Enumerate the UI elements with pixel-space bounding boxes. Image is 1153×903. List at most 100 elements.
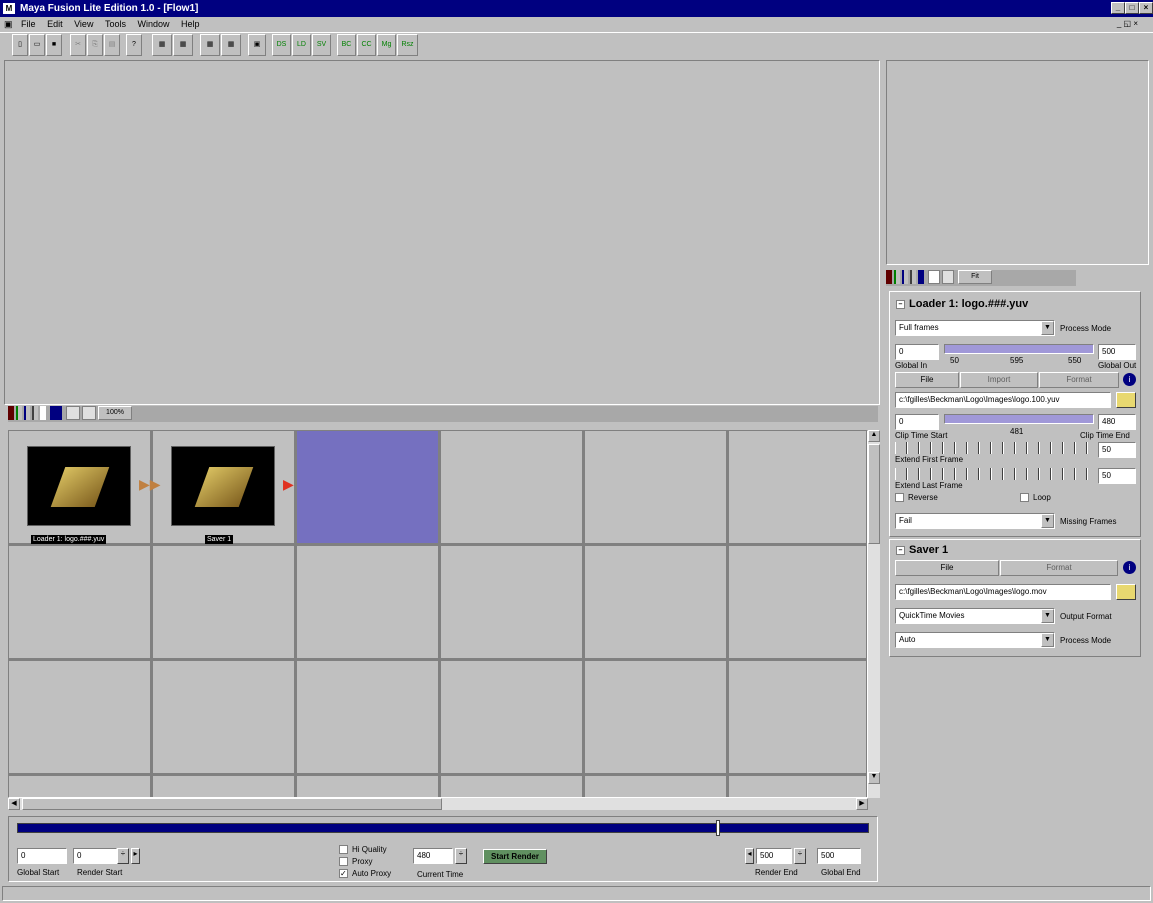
grid-cell[interactable] xyxy=(297,776,441,797)
color-swatch-green[interactable] xyxy=(16,406,22,420)
grid-cell[interactable] xyxy=(729,431,867,546)
color-swatch-red[interactable] xyxy=(8,406,14,420)
grid-cell[interactable] xyxy=(585,546,729,661)
grid-cell[interactable] xyxy=(441,661,585,776)
checkbox-icon[interactable] xyxy=(895,493,904,503)
render-icon[interactable]: ▣ xyxy=(248,34,266,56)
clip-end-field[interactable]: 480 xyxy=(1098,414,1136,430)
grid-cell[interactable] xyxy=(729,776,867,797)
viewer-left[interactable] xyxy=(4,60,880,405)
browse-folder-icon[interactable] xyxy=(1116,584,1136,600)
grid-cell[interactable] xyxy=(729,546,867,661)
zoom-level[interactable]: 100% xyxy=(98,406,132,420)
save-icon[interactable]: ■ xyxy=(46,34,62,56)
chevron-down-icon[interactable]: ▼ xyxy=(1041,514,1054,528)
menu-tools[interactable]: Tools xyxy=(105,17,126,31)
global-end-field[interactable]: 500 xyxy=(817,848,861,864)
collapse-icon[interactable]: – xyxy=(896,545,905,555)
saver-file-path[interactable]: c:\fgilles\Beckman\Logo\Images\logo.mov xyxy=(895,584,1111,600)
menu-help[interactable]: Help xyxy=(181,17,200,31)
menu-window[interactable]: Window xyxy=(138,17,170,31)
info-icon[interactable]: i xyxy=(1123,561,1136,574)
render-end-spinner-icon[interactable]: ÷ xyxy=(794,848,806,864)
grid-cell[interactable] xyxy=(153,776,297,797)
loader-node-label[interactable]: Loader 1: logo.###.yuv xyxy=(31,535,107,544)
tool-button-cc[interactable]: CC xyxy=(357,34,376,56)
grid-cell[interactable] xyxy=(585,431,729,546)
info-icon[interactable]: i xyxy=(1123,373,1136,386)
view3-icon[interactable]: ▦ xyxy=(200,34,220,56)
maximize-icon[interactable]: □ xyxy=(1125,2,1139,14)
tool-button-sv[interactable]: SV xyxy=(312,34,331,56)
auto-proxy-checkbox[interactable]: ✓ Auto Proxy xyxy=(339,869,391,879)
scroll-down-icon[interactable]: ▼ xyxy=(868,772,880,784)
tab-format[interactable]: Format xyxy=(1039,372,1119,388)
grid-cell[interactable] xyxy=(297,546,441,661)
horizontal-scrollbar[interactable]: ◀ ▶ xyxy=(8,798,868,810)
saver-process-mode-select[interactable]: Auto ▼ xyxy=(895,632,1055,648)
color-swatch-blue[interactable] xyxy=(902,270,908,284)
chevron-down-icon[interactable]: ▼ xyxy=(1041,321,1054,335)
view-mode-icon[interactable] xyxy=(50,406,62,420)
tool-button-ld[interactable]: LD xyxy=(292,34,311,56)
menu-file[interactable]: File xyxy=(21,17,36,31)
grid-cell[interactable] xyxy=(729,661,867,776)
copy-icon[interactable]: ⎘ xyxy=(87,34,103,56)
app-icon[interactable]: M xyxy=(3,3,15,14)
horizontal-scroll-thumb[interactable] xyxy=(22,798,442,810)
checkbox-icon[interactable] xyxy=(1020,493,1029,503)
color-swatch-alpha[interactable] xyxy=(910,270,916,284)
grid-cell[interactable] xyxy=(9,776,153,797)
grid-cell-selected[interactable] xyxy=(297,431,441,546)
color-swatch-alpha[interactable] xyxy=(32,406,38,420)
grid-cell[interactable] xyxy=(441,546,585,661)
current-time-spinner-icon[interactable]: ÷ xyxy=(455,848,467,864)
extend-first-slider[interactable] xyxy=(895,442,1093,454)
color-swatch-red[interactable] xyxy=(886,270,892,284)
clip-range-slider[interactable] xyxy=(944,414,1094,424)
loader-node-thumbnail[interactable] xyxy=(27,446,131,526)
tool-button-rsz[interactable]: Rsz xyxy=(397,34,418,56)
loader-file-path[interactable]: c:\fgilles\Beckman\Logo\Images\logo.100.… xyxy=(895,392,1111,408)
scroll-right-icon[interactable]: ▶ xyxy=(856,798,868,810)
scroll-up-icon[interactable]: ▲ xyxy=(868,430,880,442)
loop-checkbox[interactable]: Loop xyxy=(1020,493,1051,503)
menu-edit[interactable]: Edit xyxy=(47,17,63,31)
color-swatch-blue[interactable] xyxy=(24,406,30,420)
view2-icon[interactable]: ▦ xyxy=(173,34,193,56)
vertical-scrollbar[interactable]: ▲ ▼ xyxy=(868,430,880,798)
paste-icon[interactable]: ▤ xyxy=(104,34,120,56)
view1-icon[interactable]: ▦ xyxy=(152,34,172,56)
checkbox-icon[interactable] xyxy=(339,845,348,855)
new-file-icon[interactable]: ▯ xyxy=(12,34,28,56)
tab-format[interactable]: Format xyxy=(1000,560,1118,576)
cut-icon[interactable]: ✂ xyxy=(70,34,86,56)
extend-last-field[interactable]: 50 xyxy=(1098,468,1136,484)
render-end-field[interactable]: 500 xyxy=(756,848,792,864)
view4-icon[interactable]: ▦ xyxy=(221,34,241,56)
close-icon[interactable]: × xyxy=(1139,2,1153,14)
grid-cell[interactable] xyxy=(9,546,153,661)
grid-cell[interactable] xyxy=(585,776,729,797)
grid-cell[interactable] xyxy=(441,431,585,546)
grid-cell[interactable] xyxy=(585,661,729,776)
tab-file[interactable]: File xyxy=(895,372,959,388)
settings-gear-icon[interactable] xyxy=(942,270,954,284)
tab-file[interactable]: File xyxy=(895,560,999,576)
menu-view[interactable]: View xyxy=(74,17,93,31)
hi-quality-checkbox[interactable]: Hi Quality xyxy=(339,845,387,855)
global-range-slider[interactable] xyxy=(944,344,1094,354)
scroll-left-icon[interactable]: ◀ xyxy=(8,798,20,810)
open-folder-icon[interactable]: ▭ xyxy=(29,34,45,56)
collapse-icon[interactable]: – xyxy=(896,299,905,309)
help-icon[interactable]: ? xyxy=(126,34,142,56)
view-mode-icon[interactable] xyxy=(918,270,924,284)
start-render-button[interactable]: Start Render xyxy=(483,849,547,864)
missing-frames-select[interactable]: Fail ▼ xyxy=(895,513,1055,529)
grid-toggle-icon[interactable] xyxy=(928,270,940,284)
tool-button-mg[interactable]: Mg xyxy=(377,34,396,56)
flow-grid[interactable]: Loader 1: logo.###.yuv ▶▶ Saver 1 ▶ xyxy=(8,430,868,798)
grid-cell[interactable] xyxy=(9,661,153,776)
chevron-down-icon[interactable]: ▼ xyxy=(1041,609,1054,623)
reverse-checkbox[interactable]: Reverse xyxy=(895,493,938,503)
